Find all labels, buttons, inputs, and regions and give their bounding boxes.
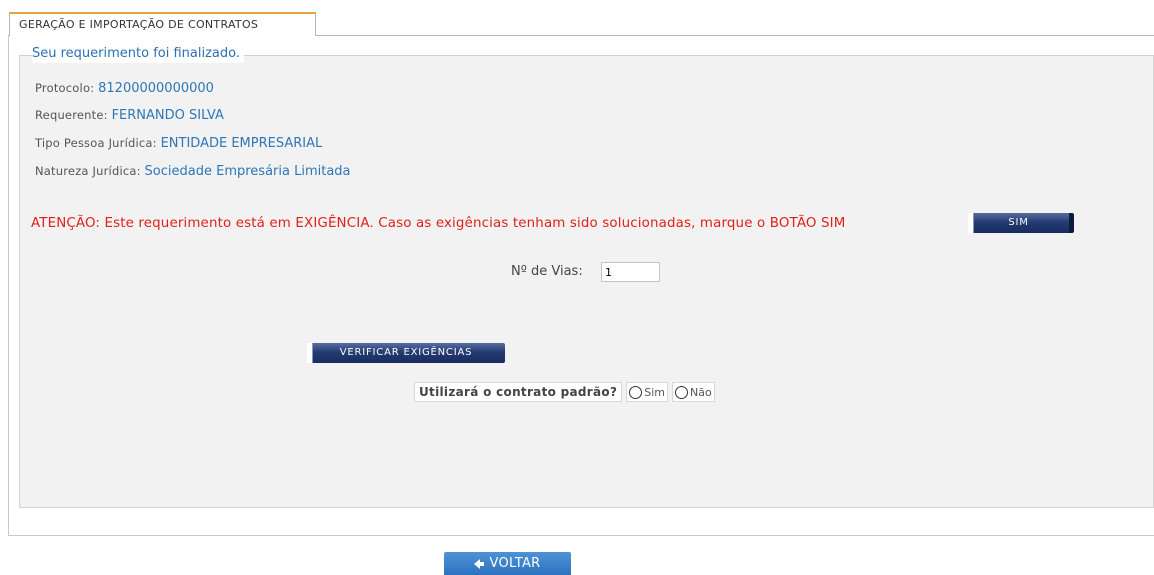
protocolo-value: 81200000000000: [98, 81, 214, 96]
page: GERAÇÃO E IMPORTAÇÃO DE CONTRATOS Seu re…: [0, 0, 1154, 575]
requerente-value: FERNANDO SILVA: [111, 108, 224, 123]
tipo-pessoa-value: ENTIDADE EMPRESARIAL: [160, 136, 323, 151]
radio-nao[interactable]: [675, 385, 688, 399]
exigencia-warning: ATENÇÃO: Este requerimento está em EXIGÊ…: [31, 216, 846, 231]
radio-nao-label: Não: [690, 385, 712, 399]
fieldset-legend: Seu requerimento foi finalizado.: [32, 45, 244, 63]
voltar-label: VOLTAR: [489, 556, 541, 571]
radio-option-sim[interactable]: Sim: [626, 382, 668, 402]
radio-sim-label: Sim: [644, 385, 665, 399]
protocolo-row: Protocolo: 81200000000000: [35, 81, 214, 96]
vias-input[interactable]: [601, 262, 660, 282]
requerente-label: Requerente:: [35, 108, 108, 122]
protocolo-label: Protocolo:: [35, 81, 95, 95]
tab-geracao-importacao[interactable]: GERAÇÃO E IMPORTAÇÃO DE CONTRATOS: [9, 12, 316, 36]
natureza-value: Sociedade Empresária Limitada: [144, 164, 351, 179]
tab-bar: GERAÇÃO E IMPORTAÇÃO DE CONTRATOS: [0, 10, 1154, 36]
requerente-row: Requerente: FERNANDO SILVA: [35, 108, 224, 123]
radio-sim[interactable]: [629, 385, 643, 399]
radio-option-nao[interactable]: Não: [672, 382, 715, 402]
natureza-label: Natureza Jurídica:: [35, 164, 141, 178]
verificar-exigencias-button[interactable]: VERIFICAR EXIGÊNCIAS: [307, 343, 505, 363]
tipo-pessoa-row: Tipo Pessoa Jurídica: ENTIDADE EMPRESARI…: [35, 136, 322, 151]
natureza-row: Natureza Jurídica: Sociedade Empresária …: [35, 164, 351, 179]
voltar-button[interactable]: VOLTAR: [444, 552, 571, 575]
arrow-left-icon: [474, 558, 486, 569]
vias-label: Nº de Vias:: [511, 264, 583, 279]
sim-button[interactable]: SIM: [968, 213, 1074, 233]
contrato-padrao-row: Utilizará o contrato padrão? Sim Não: [414, 382, 715, 402]
contrato-padrao-question: Utilizará o contrato padrão?: [414, 382, 623, 402]
tipo-pessoa-label: Tipo Pessoa Jurídica:: [35, 136, 157, 150]
